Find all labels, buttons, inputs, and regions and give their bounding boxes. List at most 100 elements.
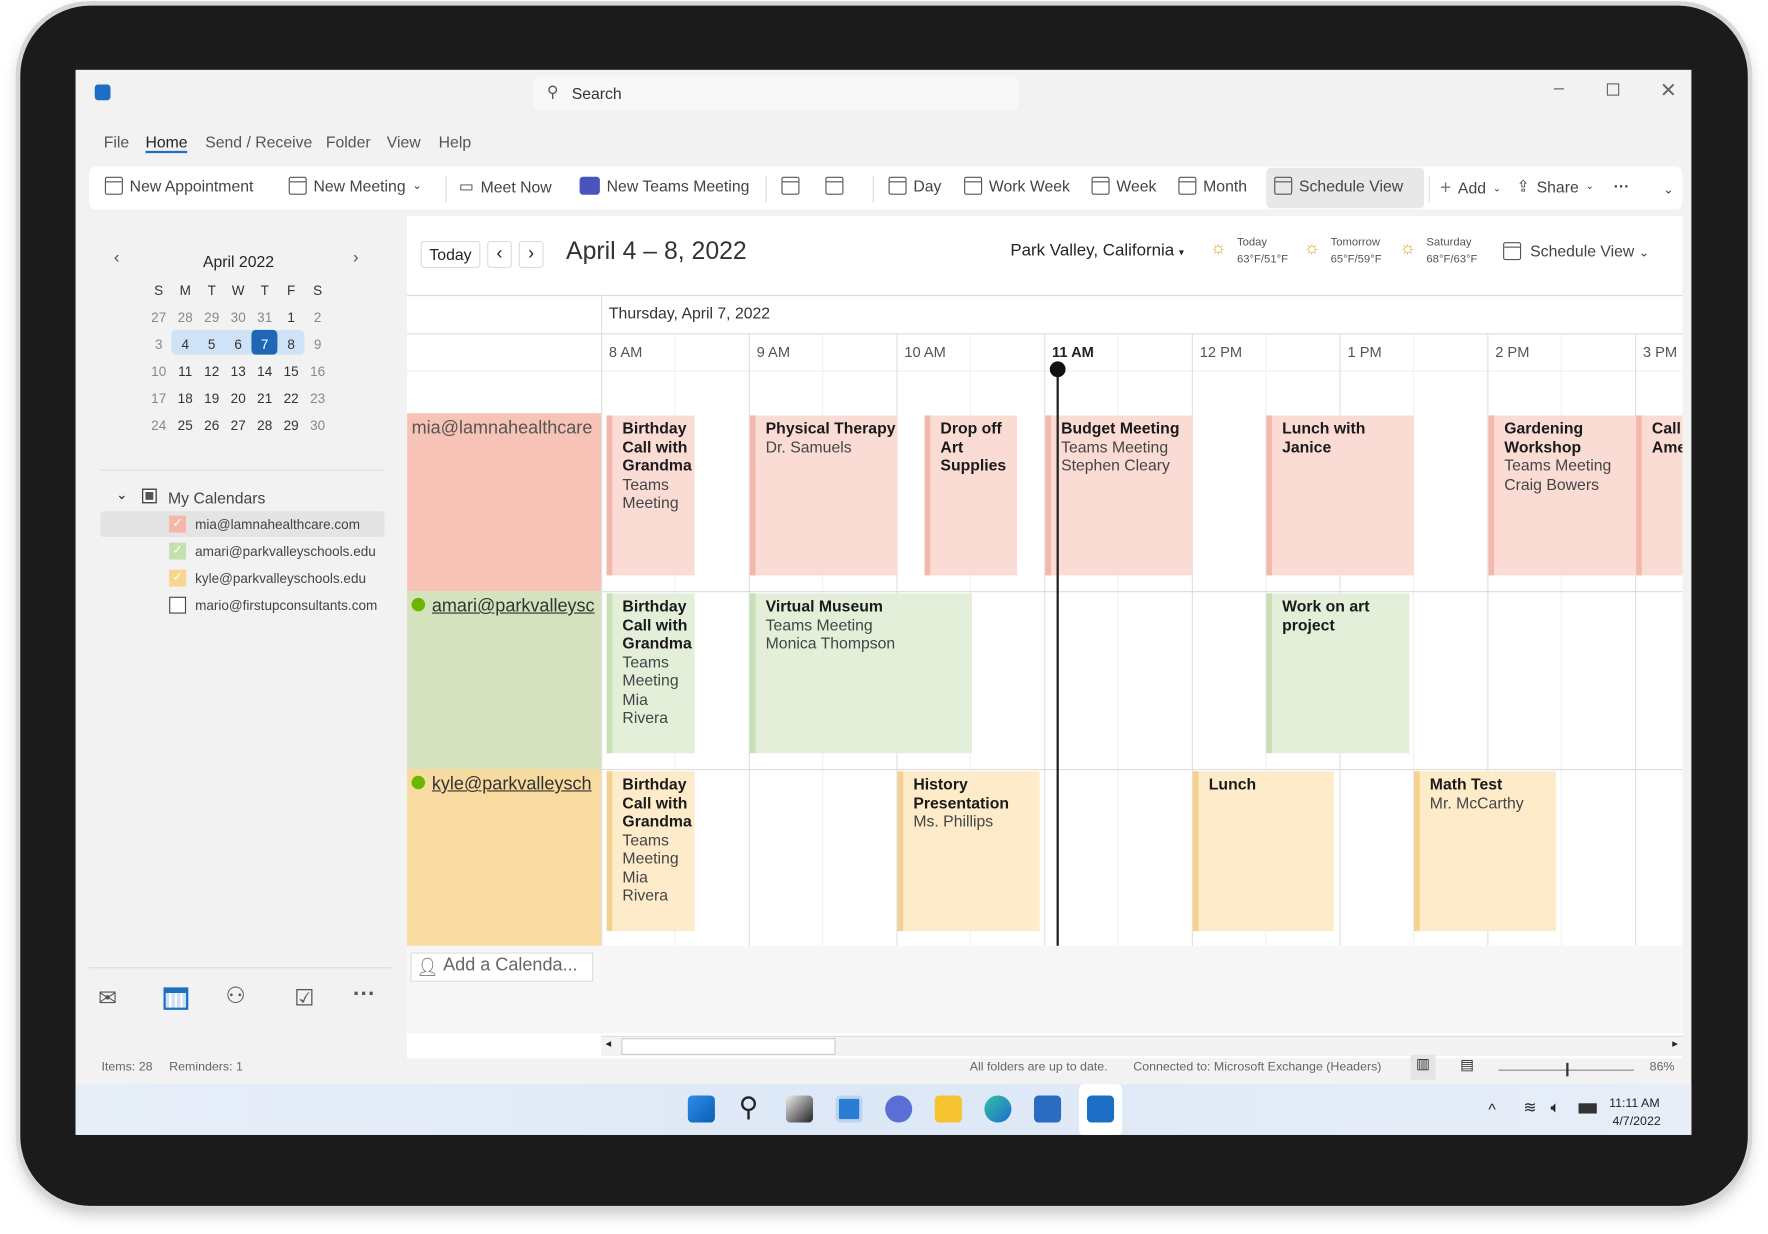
add-button[interactable]: + Add ⌄ (1440, 177, 1501, 200)
mini-calendar-day[interactable]: 19 (198, 385, 224, 412)
battery-icon[interactable] (1578, 1103, 1597, 1114)
mini-calendar-day[interactable]: 6 (225, 331, 251, 358)
mini-calendar-day[interactable]: 22 (278, 385, 304, 412)
calendar-item-label[interactable]: kyle@parkvalleyschools.edu (195, 571, 366, 587)
mini-calendar-day[interactable]: 2 (304, 304, 330, 331)
calendar-checkbox[interactable]: ✓ (169, 515, 187, 533)
mini-calendar-day[interactable]: 24 (145, 412, 171, 439)
scrollbar-thumb[interactable] (621, 1038, 836, 1055)
menu-file[interactable]: File (104, 133, 129, 151)
calendar-event[interactable]: Call Ame (1636, 415, 1683, 576)
more-apps-icon[interactable]: ··· (353, 982, 376, 1008)
minimize-button[interactable]: – (1554, 79, 1564, 99)
add-calendar-input[interactable]: 👤︎ Add a Calenda... (410, 952, 594, 982)
calendar-event[interactable]: Birthday Call with Grandma Teams Meeting (606, 415, 695, 576)
mini-calendar-day[interactable]: 28 (172, 304, 198, 331)
mini-calendar-day[interactable]: 15 (278, 358, 304, 385)
task-view-icon[interactable] (785, 1095, 813, 1123)
schedule-row-label[interactable]: mia@lamnahealthcare (407, 413, 602, 592)
tasks-icon[interactable]: ☑ (294, 984, 314, 1012)
meet-now-button[interactable]: ▭ Meet Now (459, 177, 552, 196)
calendar-item-label[interactable]: amari@parkvalleyschools.edu (195, 544, 376, 560)
month-view-button[interactable]: Month (1178, 176, 1247, 195)
mini-calendar-day[interactable]: 27 (145, 304, 171, 331)
normal-view-icon[interactable]: ▥ (1410, 1054, 1436, 1080)
clock-time[interactable]: 11:11 AM (1609, 1097, 1660, 1111)
schedule-view-dropdown[interactable]: Schedule View ⌄ (1503, 242, 1649, 261)
calendar-event[interactable]: Lunch with Janice (1266, 415, 1415, 576)
calendar-nav-icon[interactable] (163, 987, 189, 1010)
chat-icon[interactable] (885, 1095, 913, 1123)
calendar-event[interactable]: Math Test Mr. McCarthy (1414, 771, 1557, 932)
menu-help[interactable]: Help (439, 133, 471, 151)
mini-calendar-day[interactable]: 10 (145, 358, 171, 385)
mini-calendar-day[interactable]: 30 (225, 304, 251, 331)
mini-calendar-day[interactable]: 14 (251, 358, 277, 385)
people-icon[interactable]: ⚇ (226, 982, 246, 1010)
schedule-row-label[interactable]: kyle@parkvalleysch (407, 768, 602, 947)
calendar-event[interactable]: History Presentation Ms. Phillips (897, 771, 1040, 932)
calendar-event[interactable]: Budget Meeting Teams Meeting Stephen Clear… (1045, 415, 1194, 576)
outlook-taskbar-icon[interactable] (1087, 1095, 1115, 1123)
wifi-icon[interactable]: ≋ (1523, 1098, 1536, 1117)
file-explorer-icon[interactable] (934, 1095, 962, 1123)
mail-icon[interactable]: ✉ (98, 984, 117, 1012)
schedule-row-label[interactable]: amari@parkvalleysc (407, 591, 602, 769)
calendar-checkbox[interactable] (169, 596, 187, 614)
today-button[interactable]: Today (420, 240, 481, 268)
search-box[interactable]: ⚲ Search (533, 76, 1019, 111)
mini-calendar-day[interactable]: 4 (172, 331, 198, 358)
mini-calendar-day[interactable]: 7 (251, 331, 277, 358)
calendar-event[interactable]: Physical Therapy Dr. Samuels (749, 415, 898, 576)
mini-calendar-day[interactable]: 29 (278, 412, 304, 439)
share-button[interactable]: ⇪ Share ⌄ (1517, 177, 1594, 196)
prev-month-button[interactable]: ‹ (114, 248, 120, 267)
zoom-slider[interactable] (1498, 1062, 1634, 1077)
calendar-event[interactable]: Drop off Art Supplies (924, 415, 1018, 576)
mini-calendar-day[interactable]: 12 (198, 358, 224, 385)
close-button[interactable]: ✕ (1660, 79, 1677, 103)
mini-calendar-day[interactable]: 27 (225, 412, 251, 439)
menu-send-receive[interactable]: Send / Receive (205, 133, 312, 151)
mini-calendar-day[interactable]: 20 (225, 385, 251, 412)
horizontal-scrollbar[interactable]: ◂ ▸ (601, 1035, 1683, 1057)
clock-date[interactable]: 4/7/2022 (1612, 1115, 1660, 1129)
calendar-item-label[interactable]: mia@lamnahealthcare.com (195, 517, 360, 533)
mini-calendar-day[interactable]: 29 (198, 304, 224, 331)
volume-icon[interactable]: 🔈︎ (1550, 1098, 1559, 1117)
calendar-event[interactable]: Virtual Museum Teams Meeting Monica Thomps… (749, 593, 972, 754)
mini-calendar-day[interactable]: 31 (251, 304, 277, 331)
reminders-count[interactable]: Reminders: 1 (169, 1061, 243, 1075)
mini-calendar-day[interactable]: 8 (278, 331, 304, 358)
mini-calendar-day[interactable]: 21 (251, 385, 277, 412)
calendar-group-label[interactable]: My Calendars (168, 489, 265, 507)
calendar-event[interactable]: Work on art project (1266, 593, 1410, 754)
calendar-checkbox[interactable]: ✓ (169, 542, 187, 560)
mini-calendar-day[interactable]: 30 (304, 412, 330, 439)
mini-calendar-day[interactable]: 1 (278, 304, 304, 331)
work-week-view-button[interactable]: Work Week (964, 176, 1070, 195)
mini-calendar-day[interactable]: 13 (225, 358, 251, 385)
calendar-item-label[interactable]: mario@firstupconsultants.com (195, 598, 377, 614)
calendar-checkbox[interactable]: ✓ (169, 569, 187, 587)
menu-home[interactable]: Home (145, 133, 188, 154)
new-appointment-button[interactable]: New Appointment (104, 176, 253, 195)
reading-view-icon[interactable]: ▤ (1460, 1056, 1474, 1074)
mini-calendar-day[interactable]: 26 (198, 412, 224, 439)
start-icon[interactable] (687, 1095, 715, 1123)
expand-chevron-icon[interactable]: ⌄ (116, 486, 127, 502)
show-hidden-icons[interactable]: ^ (1488, 1100, 1495, 1118)
new-teams-meeting-button[interactable]: New Teams Meeting (579, 176, 749, 195)
new-meeting-button[interactable]: New Meeting ⌄ (288, 176, 422, 195)
mini-calendar-day[interactable]: 18 (172, 385, 198, 412)
zoom-slider-thumb[interactable] (1566, 1062, 1569, 1077)
mini-calendar-day[interactable]: 9 (304, 331, 330, 358)
collapse-ribbon-chevron-icon[interactable]: ⌄ (1663, 182, 1673, 198)
mini-calendar-day[interactable]: 11 (172, 358, 198, 385)
mini-calendar-day[interactable]: 23 (304, 385, 330, 412)
go-to-today-button[interactable] (781, 176, 800, 195)
mini-calendar-day[interactable]: 5 (198, 331, 224, 358)
edge-icon[interactable] (984, 1095, 1012, 1123)
next-7-days-button[interactable] (825, 176, 844, 195)
store-icon[interactable] (1034, 1095, 1062, 1123)
